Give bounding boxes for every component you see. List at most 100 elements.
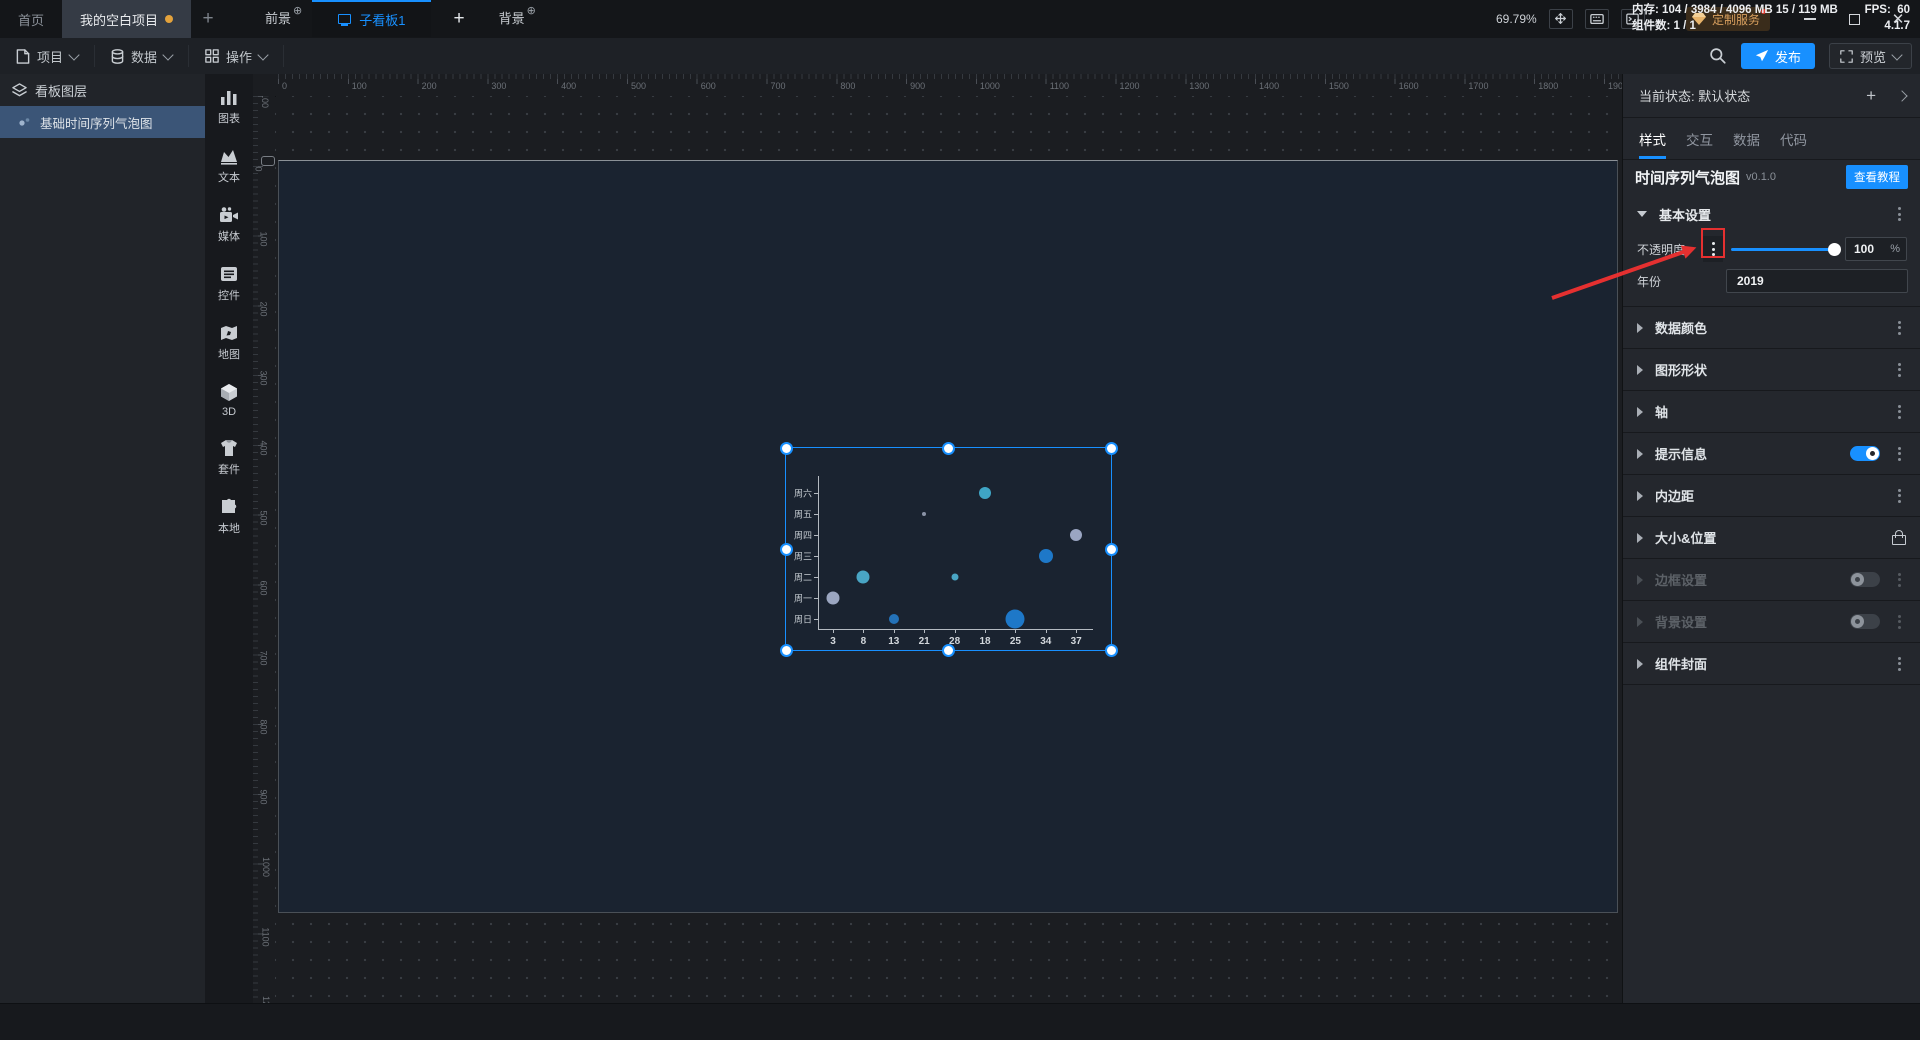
x-axis-tick [985, 629, 986, 633]
toggle-off[interactable] [1850, 614, 1880, 629]
selection-handle[interactable] [1104, 441, 1118, 455]
ruler-corner [253, 74, 276, 97]
ruler-tick-label: 100 [351, 81, 367, 91]
y-axis-label: 周一 [793, 593, 812, 604]
more-icon[interactable] [1890, 359, 1908, 381]
selection-handle[interactable] [779, 542, 793, 556]
year-input[interactable] [1735, 273, 1899, 289]
more-icon[interactable] [1890, 443, 1908, 465]
add-state-icon[interactable]: + [1866, 86, 1876, 106]
dock-item-label: 3D [221, 406, 237, 418]
menu-data[interactable]: 数据 [95, 45, 190, 67]
basic-settings-header[interactable]: 基本设置 [1623, 194, 1920, 234]
app-tab-project[interactable]: 我的空白项目 [62, 0, 192, 38]
selected-bubble-chart[interactable]: 周六 周五 周四 周三 周二 周一 周日 3 8 13 21 28 18 25 34 37 [779, 441, 1118, 657]
lock-icon[interactable] [1892, 530, 1906, 545]
ruler-tick-label: 700 [258, 650, 269, 666]
toggle-off[interactable] [1850, 572, 1880, 587]
toggle-on[interactable] [1850, 446, 1880, 461]
section-大小&位置[interactable]: 大小&位置 [1623, 517, 1920, 559]
section-提示信息[interactable]: 提示信息 [1623, 433, 1920, 475]
layer-item[interactable]: 基础时间序列气泡图 [0, 106, 205, 138]
tutorial-button[interactable]: 查看教程 [1846, 165, 1908, 189]
layers-panel-header[interactable]: 看板图层 [0, 74, 205, 106]
background-button[interactable]: 背景 ⊕ [487, 0, 546, 37]
shortcut-keys-button[interactable] [1584, 8, 1609, 29]
app-tab-label: 首页 [18, 12, 45, 28]
dock-item-地图[interactable]: 地图 [218, 324, 240, 362]
vertical-ruler: -100 0 100 200 300 400 500 600 700 800 900 1000 1100… [253, 96, 275, 1003]
inspector-tab-样式[interactable]: 样式 [1629, 118, 1676, 159]
app-tab-home[interactable]: 首页 [0, 0, 62, 38]
caret-right-icon [1637, 658, 1643, 669]
add-board-button[interactable]: + [431, 0, 486, 37]
fullscreen-corners-icon [1840, 49, 1853, 63]
selection-handle[interactable] [1104, 643, 1118, 657]
menu-operation[interactable]: 操作 [189, 45, 285, 67]
new-tab-button[interactable]: + [191, 0, 225, 38]
section-背景设置[interactable]: 背景设置 [1623, 601, 1920, 643]
section-图形形状[interactable]: 图形形状 [1623, 349, 1920, 391]
zoom-level[interactable]: 69.79% [1496, 12, 1537, 26]
menu-label: 项目 [37, 49, 64, 65]
dock-item-3D[interactable]: 3D [219, 383, 239, 418]
toggle-thumb [1851, 573, 1864, 586]
dock-item-本地[interactable]: 本地 [218, 498, 240, 536]
x-axis-label: 25 [1009, 636, 1021, 647]
dock-item-控件[interactable]: 控件 [218, 265, 240, 303]
inspector-tab-代码[interactable]: 代码 [1770, 118, 1817, 159]
caret-down-icon [1637, 211, 1647, 217]
add-foreground-icon[interactable]: ⊕ [293, 4, 302, 17]
more-icon[interactable] [1890, 401, 1908, 423]
more-icon[interactable] [1890, 317, 1908, 339]
preview-label: 预览 [1859, 49, 1886, 65]
ruler-tick-label: 1300 [1189, 81, 1210, 91]
canvas-area[interactable]: 周六 周五 周四 周三 周二 周一 周日 3 8 13 21 28 18 25 34 37 [275, 96, 1622, 1003]
ruler-guide-marker[interactable] [261, 156, 275, 166]
selection-handle[interactable] [779, 441, 793, 455]
layers-icon [12, 82, 27, 96]
dock-item-文本[interactable]: 文本 [218, 147, 240, 185]
dock-item-图表[interactable]: 图表 [218, 88, 240, 126]
section-内边距[interactable]: 内边距 [1623, 475, 1920, 517]
subboard-tab[interactable]: 子看板1 [312, 0, 432, 37]
section-label: 图形形状 [1655, 363, 1708, 378]
selection-handle[interactable] [1104, 542, 1118, 556]
slider-thumb[interactable] [1828, 242, 1841, 256]
search-icon[interactable] [1709, 47, 1727, 65]
caret-right-icon [1637, 616, 1643, 627]
inspector-tab-交互[interactable]: 交互 [1676, 118, 1723, 159]
chart-bubble [888, 614, 899, 624]
menu-label: 操作 [226, 49, 253, 65]
dock-item-媒体[interactable]: 媒体 [218, 206, 240, 244]
selection-handle[interactable] [779, 643, 793, 657]
caret-right-icon [1637, 322, 1643, 333]
selection-handle[interactable] [942, 441, 955, 455]
selection-handle[interactable] [942, 643, 955, 657]
more-icon[interactable] [1890, 611, 1908, 633]
section-边框设置[interactable]: 边框设置 [1623, 559, 1920, 601]
preview-button[interactable]: 预览 [1828, 43, 1912, 69]
chart-bubble [826, 591, 840, 605]
section-轴[interactable]: 轴 [1623, 391, 1920, 433]
section-数据颜色[interactable]: 数据颜色 [1623, 307, 1920, 349]
section-组件封面[interactable]: 组件封面 [1623, 643, 1920, 685]
inspector-tab-数据[interactable]: 数据 [1723, 118, 1770, 159]
dock-item-套件[interactable]: 套件 [218, 439, 240, 477]
foreground-button[interactable]: 前景 ⊕ [253, 0, 312, 37]
x-axis-tick [863, 629, 865, 633]
chevron-right-icon[interactable] [1896, 89, 1908, 102]
app-tab-label: 我的空白项目 [80, 12, 159, 28]
unsaved-dot-icon [165, 15, 174, 23]
more-icon[interactable] [1890, 569, 1908, 591]
opacity-input[interactable] [1852, 241, 1891, 257]
opacity-slider[interactable] [1731, 242, 1841, 256]
monitor-icon [338, 13, 352, 26]
add-background-icon[interactable]: ⊕ [527, 4, 536, 17]
fit-screen-button[interactable] [1548, 8, 1573, 29]
menu-project[interactable]: 项目 [0, 45, 96, 67]
publish-button[interactable]: 发布 [1740, 43, 1815, 69]
more-icon[interactable] [1890, 203, 1908, 225]
more-icon[interactable] [1890, 653, 1908, 675]
more-icon[interactable] [1890, 485, 1908, 507]
